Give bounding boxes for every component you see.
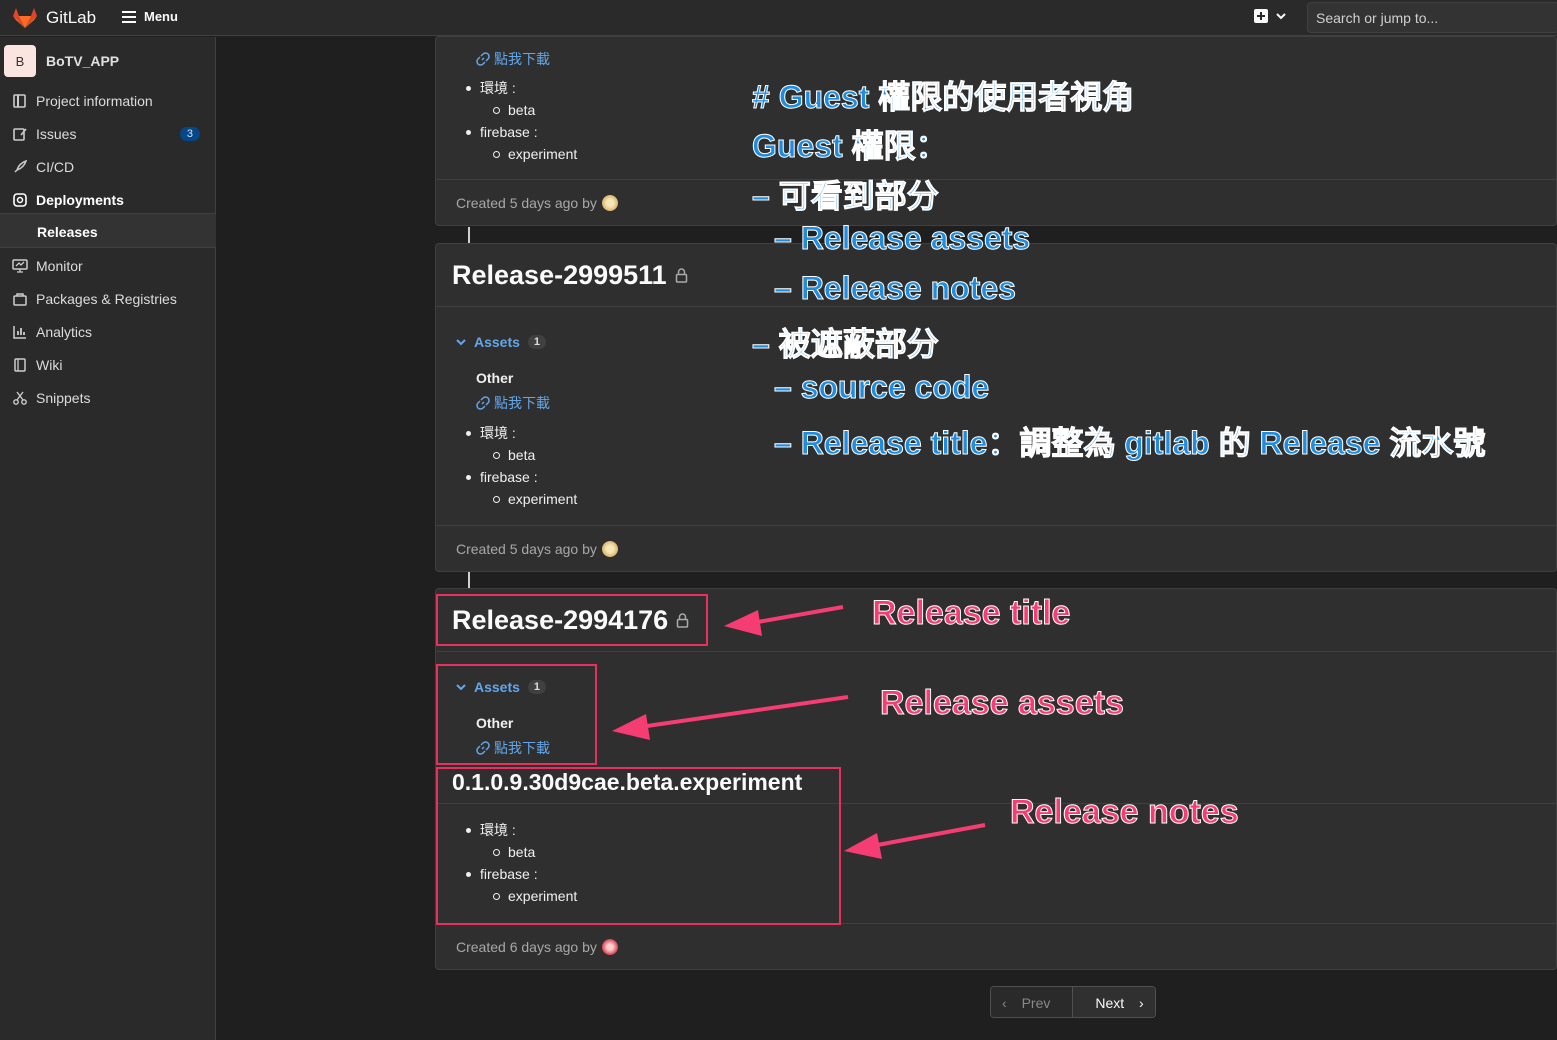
annotation-label: Release notes bbox=[1010, 793, 1240, 832]
arrow-icon bbox=[612, 695, 849, 740]
arrow-icon bbox=[844, 823, 986, 859]
annotation-label: Release assets bbox=[880, 684, 1125, 723]
arrow-icon bbox=[724, 605, 844, 636]
annotation-label: Release title bbox=[871, 594, 1071, 633]
annotation-arrows bbox=[612, 605, 986, 859]
